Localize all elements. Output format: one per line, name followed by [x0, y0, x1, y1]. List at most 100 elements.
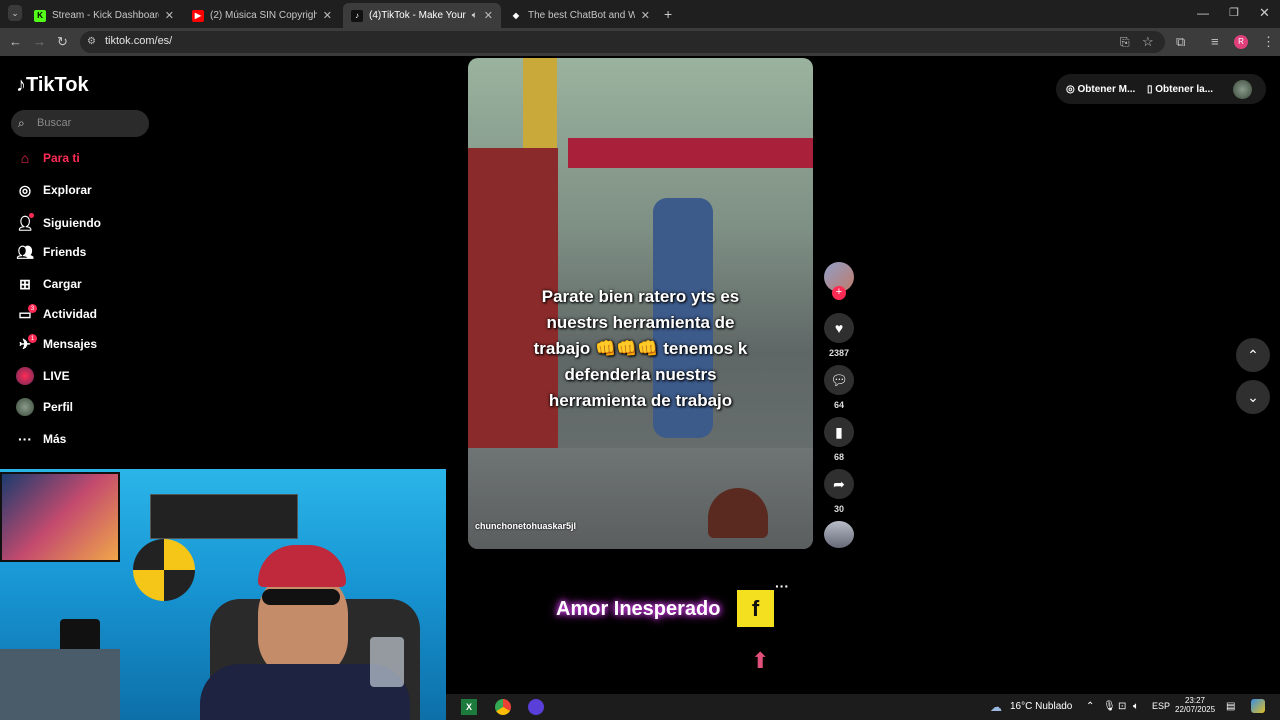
forward-icon[interactable]: → [33, 28, 46, 56]
live-icon [16, 367, 34, 385]
tab-kick[interactable]: K Stream - Kick Dashboard ✕ [26, 3, 182, 28]
share-icon: ➦ [833, 475, 845, 492]
tab-chatbot[interactable]: ◆ The best ChatBot and Widgets ✕ [502, 3, 658, 28]
bookmark-icon: ▮ [835, 423, 843, 440]
profile-icon [16, 398, 34, 416]
youtube-icon: ▶ [192, 9, 204, 22]
clock-date: 22/07/2025 [1175, 705, 1216, 714]
weather-text[interactable]: 16°C Nublado [1010, 701, 1072, 712]
follow-plus-icon[interactable]: + [832, 286, 846, 300]
mic-icon[interactable]: 🎙︎ [1103, 701, 1116, 712]
tab-tiktok[interactable]: ♪ (4)TikTok - Make Your Day 🔈︎ ✕ [343, 3, 501, 28]
nav-label: Mensajes [43, 337, 98, 351]
nav-friends[interactable]: 👥︎ Friends [16, 241, 86, 263]
couch [0, 649, 120, 720]
wall-poster [0, 472, 120, 562]
language-indicator[interactable]: ESP [1152, 701, 1170, 711]
video-caption: Parate bien ratero yts es nuestrs herram… [533, 287, 748, 410]
nav-label: Más [43, 432, 67, 446]
menu-icon[interactable]: ⋮ [1262, 28, 1275, 56]
user-avatar[interactable] [1233, 80, 1252, 99]
tab-title: The best ChatBot and Widgets [528, 10, 635, 21]
music-disc[interactable] [824, 521, 854, 548]
new-tab-button[interactable]: + [664, 6, 672, 22]
like-count: 2387 [828, 348, 850, 358]
chrome-icon[interactable] [495, 699, 511, 715]
nav-perfil[interactable]: Perfil [16, 396, 73, 418]
clock[interactable]: 23:27 22/07/2025 [1175, 696, 1215, 714]
chevron-up-icon: ⌃ [1247, 346, 1259, 363]
nav-label: Friends [43, 245, 87, 259]
comment-icon: 💬︎ [830, 371, 848, 388]
excel-icon[interactable]: X [461, 699, 477, 715]
extensions-icon[interactable]: ⧉ [1176, 28, 1185, 56]
close-icon[interactable]: ✕ [165, 9, 174, 22]
nav-cargar[interactable]: ⊞ Cargar [16, 273, 82, 295]
bookmark-star-icon[interactable]: ☆ [1142, 28, 1154, 56]
tiktok-logo[interactable]: ♪TikTok [16, 74, 89, 97]
comment-count: 64 [833, 400, 844, 410]
comment-button[interactable]: 💬︎ [824, 365, 854, 395]
tab-title: (2) Música SIN Copyright 2024 [210, 10, 317, 21]
song-logo-icon: f [737, 590, 774, 627]
compass-icon: ◎ [18, 181, 32, 198]
previous-video-button[interactable]: ⌃ [1236, 338, 1270, 372]
network-icon[interactable]: ⊡ [1118, 701, 1126, 712]
sunglasses [262, 589, 340, 605]
get-app-label: Obtener la... [1155, 84, 1214, 95]
tab-search-button[interactable]: ⌄ [8, 5, 22, 21]
more-options-icon[interactable]: ··· [775, 578, 789, 594]
profile-avatar[interactable]: R [1234, 35, 1248, 49]
get-app-button[interactable]: ▯ Obtener la... [1147, 84, 1213, 95]
reload-icon[interactable]: ↻ [57, 28, 68, 56]
site-info-icon[interactable]: ⚙ [87, 36, 96, 47]
save-button[interactable]: ▮ [824, 417, 854, 447]
nav-label: Para ti [43, 151, 80, 165]
logo-text: TikTok [26, 74, 89, 96]
tiktok-icon: ♪ [351, 9, 363, 22]
tab-title: (4)TikTok - Make Your Day [369, 10, 468, 21]
reading-list-icon[interactable]: ≡ [1211, 28, 1219, 56]
nav-live[interactable]: LIVE [16, 365, 70, 387]
webcam-overlay [0, 469, 446, 720]
like-button[interactable]: ♥ [824, 313, 854, 343]
speaker-icon[interactable]: 🔈︎ [472, 10, 478, 21]
close-icon[interactable]: ✕ [484, 9, 493, 22]
red-awning [568, 138, 813, 168]
share-button[interactable]: ➦ [824, 469, 854, 499]
next-video-button[interactable]: ⌄ [1236, 380, 1270, 414]
tab-youtube[interactable]: ▶ (2) Música SIN Copyright 2024 ✕ [184, 3, 340, 28]
home-icon: ⌂ [20, 150, 30, 166]
url-text[interactable]: tiktok.com/es/ [105, 35, 172, 47]
minimize-button[interactable]: — [1197, 6, 1209, 20]
close-icon[interactable]: ✕ [323, 9, 332, 22]
arrow-up-icon: ⬆ [751, 648, 770, 673]
nav-label: Explorar [43, 183, 92, 197]
video-handle[interactable]: chunchonetohuaskar5jl [475, 521, 576, 531]
chevron-up-icon[interactable]: ⌃ [1086, 701, 1094, 712]
nav-mas[interactable]: ··· Más [16, 428, 66, 450]
glass-cup [370, 637, 404, 687]
chevron-down-icon: ⌄ [1247, 388, 1259, 405]
search-icon: ⌕ [18, 116, 25, 130]
messages-badge: 1 [28, 334, 37, 343]
friends-icon: 👥︎ [16, 243, 34, 260]
more-icon: ··· [18, 431, 32, 447]
cast-icon[interactable]: ⎘ [1120, 28, 1130, 56]
close-icon[interactable]: ✕ [641, 9, 650, 22]
close-window-button[interactable]: ✕ [1259, 5, 1270, 21]
back-icon[interactable]: ← [9, 28, 22, 56]
app-icon[interactable] [528, 699, 544, 715]
widgets-icon[interactable] [1251, 699, 1265, 713]
notification-icon[interactable]: ▤ [1226, 701, 1235, 712]
get-coins-button[interactable]: ◎ Obtener M... [1066, 84, 1135, 95]
nav-label: LIVE [43, 369, 70, 383]
restore-button[interactable]: ❐ [1229, 6, 1239, 19]
search-input[interactable] [11, 110, 149, 137]
volume-icon[interactable]: 🔈︎ [1133, 701, 1139, 712]
search-placeholder: Buscar [37, 117, 72, 129]
clock-time: 23:27 [1184, 696, 1206, 705]
nav-explorar[interactable]: ◎ Explorar [16, 179, 92, 201]
nav-para-ti[interactable]: ⌂ Para ti [16, 147, 80, 169]
address-bar[interactable] [80, 31, 1165, 53]
